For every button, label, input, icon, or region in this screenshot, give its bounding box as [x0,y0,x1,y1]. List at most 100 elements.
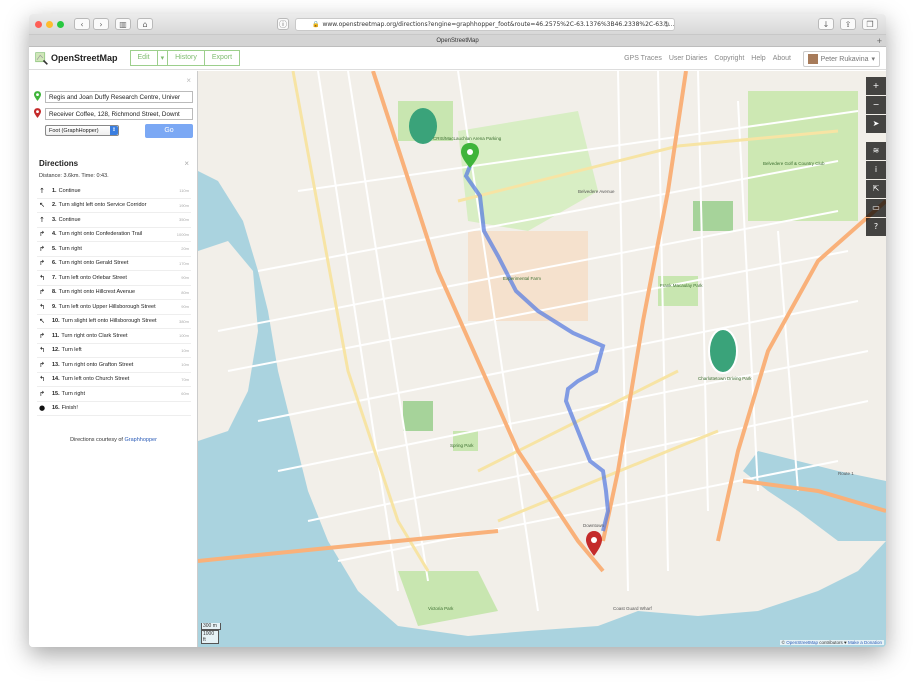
step-text: Continue [58,187,81,194]
nav-copyright[interactable]: Copyright [714,55,744,62]
new-tab-icon[interactable]: + [877,35,882,47]
nav-about[interactable]: About [773,55,791,62]
step-distance: 10m [181,362,189,368]
step-number: 15. [52,390,60,397]
direction-step[interactable]: ↰ 12. Turn left 10m [37,344,191,358]
attribution-prefix: © [781,640,785,645]
query-icon[interactable]: ? [866,218,886,236]
step-distance: 100m [178,333,189,339]
minimize-window-button[interactable] [46,20,53,28]
map-view[interactable]: CRIS/MacLauchlan Arena Parking Experimen… [198,71,886,647]
turn-right-icon: ↱ [39,259,45,268]
close-directions-icon[interactable]: × [184,159,189,168]
direction-step[interactable]: ↱ 8. Turn right onto Hillcrest Avenue 80m [37,286,191,300]
reload-icon[interactable]: ↻ [663,20,670,29]
tab-title[interactable]: OpenStreetMap [436,38,478,44]
sidebar-icon[interactable]: ▥ [115,18,131,30]
share-icon[interactable]: ⇪ [840,18,856,30]
label-golf-club: Belvedere Golf & Country Club [763,161,825,166]
direction-step[interactable]: ↖ 2. Turn slight left onto Service Corrido… [37,199,191,213]
home-icon[interactable]: ⌂ [137,18,153,30]
close-icon[interactable]: × [186,76,191,85]
start-marker-icon [34,91,41,101]
locate-icon[interactable]: ➤ [866,115,886,133]
direction-step[interactable]: ↱ 4. Turn right onto Confederation Trail 10… [37,228,191,242]
label-route1: Route 1 [838,471,854,476]
label-experimental-farm: Experimental Farm [503,276,542,281]
direction-step[interactable]: ↱ 5. Turn right 20m [37,242,191,257]
export-button[interactable]: Export [204,50,241,66]
route-from-input[interactable]: Regis and Joan Duffy Research Centre, Un… [45,91,193,103]
map-controls: + − ➤ ≋ i ⇱ ▭ ? [866,77,886,237]
nav-gps-traces[interactable]: GPS Traces [624,55,662,62]
turn-right-icon: ↱ [39,230,45,239]
directions-credit: Directions courtesy of Graphhopper [29,437,198,443]
turn-left-icon: ↰ [39,302,45,311]
label-downtown: Downtown [583,523,605,528]
nav-user-diaries[interactable]: User Diaries [669,55,708,62]
share-map-icon[interactable]: ⇱ [866,180,886,198]
step-distance: 70m [181,376,189,382]
direction-step[interactable]: ↖ 10. Turn slight left onto Hillsborough S… [37,315,191,329]
direction-step[interactable]: ↱ 11. Turn right onto Clark Street 100m [37,329,191,344]
note-icon[interactable]: ▭ [866,199,886,217]
logo-text: OpenStreetMap [51,53,118,63]
chevron-down-icon: ▾ [871,56,875,63]
history-button[interactable]: History [168,50,205,66]
routing-engine-select[interactable]: Foot (GraphHopper) ⇕ [45,125,119,136]
direction-step[interactable]: ↑ 3. Continue 350m [37,213,191,228]
direction-step[interactable]: ↑ 1. Continue 110m [37,184,191,199]
direction-step[interactable]: ↱ 15. Turn right 60m [37,387,191,402]
user-menu[interactable]: Peter Rukavina ▾ [802,51,880,67]
step-distance: 80m [181,289,189,295]
step-number: 5. [52,245,57,252]
directions-summary: Distance: 3.6km. Time: 0:43. [39,173,109,179]
step-number: 13. [52,361,60,368]
direction-step[interactable]: ↰ 14. Turn left onto Church Street 70m [37,373,191,387]
step-distance: 90m [181,275,189,281]
browser-window: ‹ › ▥ ⌂ ⓘ 🔒 www.openstreetmap.org/direct… [29,14,886,647]
user-name: Peter Rukavina [820,55,869,63]
go-button[interactable]: Go [145,124,193,138]
donate-link[interactable]: Make a Donation [848,640,882,645]
map-info-icon[interactable]: i [866,161,886,179]
info-icon[interactable]: ⓘ [277,18,289,30]
zoom-out-icon[interactable]: − [866,96,886,114]
step-text: Continue [58,216,81,223]
back-icon[interactable]: ‹ [74,18,90,30]
nav-help[interactable]: Help [751,55,765,62]
select-arrows-icon: ⇕ [110,126,118,135]
directions-title: Directions [39,159,79,168]
layers-icon[interactable]: ≋ [866,142,886,160]
turn-right-icon: ↱ [39,288,45,297]
direction-step[interactable]: ↰ 7. Turn left onto Orlebar Street 90m [37,271,191,286]
driving-park-track [708,328,738,374]
turn-right-icon: ↱ [39,360,45,369]
direction-step[interactable]: ↱ 6. Turn right onto Gerald Street 170m [37,257,191,271]
edit-dropdown-icon[interactable]: ▾ [157,50,169,66]
zoom-in-icon[interactable]: + [866,77,886,95]
download-icon[interactable]: ↓ [818,18,834,30]
osm-header: OpenStreetMap Edit ▾ History Export GPS … [29,47,886,70]
map-canvas[interactable] [198,71,886,647]
zoom-window-button[interactable] [57,20,64,28]
straight-arrow-icon: ↑ [39,186,45,195]
direction-step[interactable]: ↰ 9. Turn left onto Upper Hillsborough Str… [37,300,191,315]
tabs-icon[interactable]: ❐ [862,18,878,30]
url-bar[interactable]: 🔒 www.openstreetmap.org/directions?engin… [295,18,675,31]
osm-attribution-link[interactable]: OpenStreetMap [786,640,818,645]
direction-step[interactable]: ↱ 13. Turn right onto Grafton Street 10m [37,358,191,373]
direction-step[interactable]: ● 16. Finish! [37,402,191,416]
step-distance: 90m [181,304,189,310]
forward-icon[interactable]: › [93,18,109,30]
step-number: 16. [52,405,60,412]
graphhopper-link[interactable]: Graphhopper [125,437,157,443]
turn-right-icon: ↱ [39,331,45,340]
label-spring-park: Spring Park [450,443,474,448]
edit-button[interactable]: Edit [129,50,158,66]
osm-logo[interactable]: OpenStreetMap [35,51,118,65]
route-to-input[interactable]: Receiver Coffee, 128, Richmond Street, D… [45,108,193,120]
close-window-button[interactable] [35,20,42,28]
step-distance: 170m [178,260,189,266]
step-distance: 350m [178,217,189,223]
